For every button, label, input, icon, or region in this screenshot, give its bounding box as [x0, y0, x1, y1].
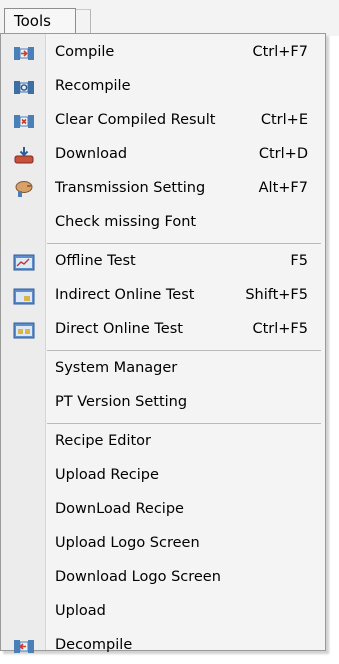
menu-item-label: Recompile [55, 78, 131, 94]
menu-item-check-missing-font[interactable]: Check missing Font [1, 207, 325, 241]
menu-item-label: Check missing Font [55, 214, 197, 230]
menu-item-label: Decompile [55, 637, 133, 653]
menu-item-shortcut: F5 [290, 253, 308, 269]
indirect-online-test-icon [13, 287, 35, 306]
menu-separator [47, 243, 321, 244]
menu-item-label: Compile [55, 44, 115, 60]
menu-item-label: Offline Test [55, 253, 136, 269]
menu-item-label: DownLoad Recipe [55, 501, 184, 517]
menu-item-download-recipe[interactable]: DownLoad Recipe [1, 494, 325, 528]
menu-item-transmission-setting[interactable]: Transmission Setting Alt+F7 [1, 173, 325, 207]
menu-tools-label: Tools [14, 12, 51, 30]
direct-online-test-icon [13, 321, 35, 340]
menu-separator [47, 423, 321, 424]
clear-compiled-icon [13, 112, 35, 131]
offline-test-icon [13, 253, 35, 272]
menu-item-system-manager[interactable]: System Manager [1, 353, 325, 387]
menu-separator [47, 350, 321, 351]
menu-item-shortcut: Alt+F7 [258, 180, 308, 196]
menu-item-download-logo-screen[interactable]: Download Logo Screen [1, 562, 325, 596]
menu-item-label: Download Logo Screen [55, 569, 221, 585]
menu-item-label: Transmission Setting [55, 180, 206, 196]
menu-item-clear-compiled-result[interactable]: Clear Compiled Result Ctrl+E [1, 105, 325, 139]
menu-item-shortcut: Ctrl+F5 [252, 321, 308, 337]
menu-item-label: System Manager [55, 360, 178, 376]
menu-item-offline-test[interactable]: Offline Test F5 [1, 246, 325, 280]
transmission-icon [13, 180, 35, 199]
menu-title-edge [76, 9, 91, 35]
menu-item-recipe-editor[interactable]: Recipe Editor [1, 426, 325, 460]
menu-item-indirect-online-test[interactable]: Indirect Online Test Shift+F5 [1, 280, 325, 314]
menu-item-direct-online-test[interactable]: Direct Online Test Ctrl+F5 [1, 314, 325, 348]
menu-item-label: Upload [55, 603, 106, 619]
menu-item-shortcut: Shift+F5 [245, 287, 308, 303]
menu-item-label: Direct Online Test [55, 321, 183, 337]
compile-icon [13, 44, 35, 63]
recompile-icon [13, 78, 35, 97]
menu-item-compile[interactable]: Compile Ctrl+F7 [1, 37, 325, 71]
menu-item-label: Indirect Online Test [55, 287, 195, 303]
menu-item-upload[interactable]: Upload [1, 596, 325, 630]
download-icon [13, 146, 35, 165]
menu-item-decompile[interactable]: Decompile [1, 630, 325, 664]
menu-item-shortcut: Ctrl+D [258, 146, 308, 162]
menu-item-recompile[interactable]: Recompile [1, 71, 325, 105]
menu-item-upload-logo-screen[interactable]: Upload Logo Screen [1, 528, 325, 562]
menu-item-shortcut: Ctrl+E [260, 112, 308, 128]
menu-bar: Tools [0, 0, 339, 36]
menu-item-label: Upload Recipe [55, 467, 159, 483]
decompile-icon [13, 637, 35, 656]
menu-item-label: Upload Logo Screen [55, 535, 200, 551]
menu-item-shortcut: Ctrl+F7 [252, 44, 308, 60]
tools-dropdown-menu: Compile Ctrl+F7 Recompile Clear Compiled Re… [0, 33, 326, 653]
menu-item-label: Download [55, 146, 128, 162]
menu-item-label: PT Version Setting [55, 394, 188, 410]
menu-item-label: Clear Compiled Result [55, 112, 216, 128]
menu-item-label: Recipe Editor [55, 433, 151, 449]
menu-tools[interactable]: Tools [4, 8, 91, 35]
menu-item-pt-version-setting[interactable]: PT Version Setting [1, 387, 325, 421]
menu-item-upload-recipe[interactable]: Upload Recipe [1, 460, 325, 494]
menu-item-download[interactable]: Download Ctrl+D [1, 139, 325, 173]
